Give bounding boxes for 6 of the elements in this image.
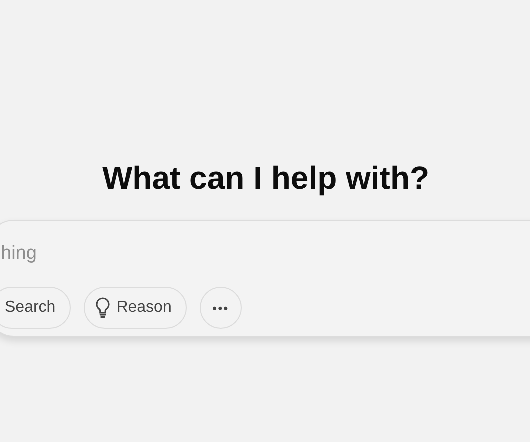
lightbulb-icon bbox=[94, 297, 111, 319]
reason-button[interactable]: Reason bbox=[84, 287, 187, 329]
more-button[interactable]: ••• bbox=[200, 287, 242, 329]
message-field[interactable]: hing bbox=[1, 240, 501, 268]
page-heading: What can I help with? bbox=[101, 159, 431, 198]
search-button[interactable]: Search bbox=[0, 287, 71, 329]
